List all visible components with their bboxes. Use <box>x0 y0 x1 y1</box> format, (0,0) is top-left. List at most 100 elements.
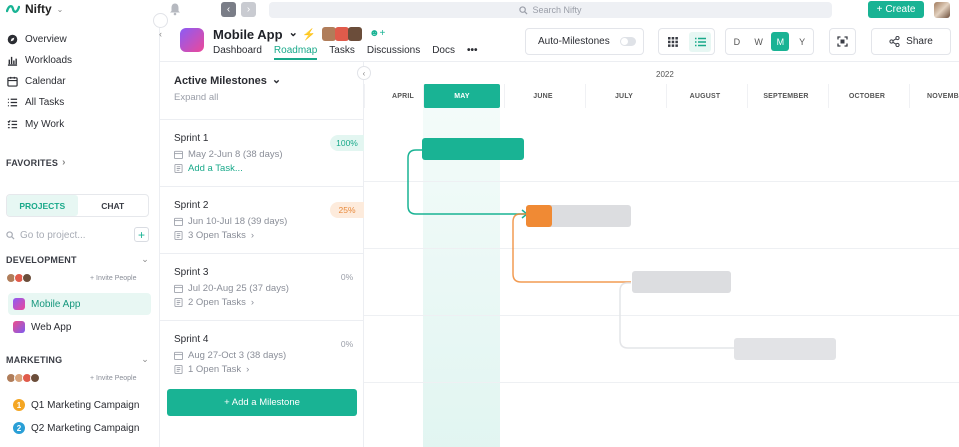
project-name: Web App <box>31 321 72 333</box>
more-tabs-button[interactable]: ••• <box>467 45 478 60</box>
open-tasks-link[interactable]: 2 Open Tasks › <box>174 297 254 308</box>
milestones-panel: Active Milestones ⌄ Expand all Sprint 1 … <box>160 62 364 447</box>
milestone-name[interactable]: Sprint 4 <box>174 334 208 345</box>
tab-discussions[interactable]: Discussions <box>367 45 420 60</box>
top-bar: Nifty ⌄ ‹ › Search Nifty + Create <box>0 0 959 20</box>
forward-button[interactable]: › <box>241 2 256 17</box>
favorites-header[interactable]: FAVORITES › <box>6 157 66 168</box>
tab-tasks[interactable]: Tasks <box>329 45 355 60</box>
brand-name: Nifty <box>25 2 52 16</box>
milestone-row[interactable]: Sprint 1 May 2-Jun 8 (38 days) Add a Tas… <box>160 119 364 186</box>
scale-year[interactable]: Y <box>793 32 811 51</box>
sidebar-item-workloads[interactable]: Workloads <box>7 55 72 66</box>
milestone-tasks-text: 1 Open Task <box>188 364 242 375</box>
chevron-left-icon: ‹ <box>226 4 231 15</box>
active-milestones-dropdown[interactable]: Active Milestones ⌄ <box>174 74 281 88</box>
group-header-development[interactable]: DEVELOPMENT ⌄ <box>6 254 149 265</box>
sidebar-item-overview[interactable]: Overview <box>7 34 67 45</box>
search-input[interactable]: Search Nifty <box>269 2 832 18</box>
project-search-placeholder: Go to project... <box>20 229 86 241</box>
open-tasks-link[interactable]: 3 Open Tasks › <box>174 230 254 241</box>
progress-badge: 25% <box>330 202 364 218</box>
project-search-input[interactable]: Go to project... <box>6 227 131 243</box>
search-icon <box>6 230 15 240</box>
add-project-button[interactable]: + <box>134 227 149 242</box>
workspace-switcher[interactable]: Nifty ⌄ <box>6 2 63 16</box>
tab-projects[interactable]: PROJECTS <box>7 195 78 216</box>
milestone-row[interactable]: Sprint 4 Aug 27-Oct 3 (38 days) 1 Open T… <box>160 320 364 387</box>
share-label: Share <box>906 36 933 47</box>
search-placeholder: Search Nifty <box>532 5 582 15</box>
group-name: DEVELOPMENT <box>6 254 77 265</box>
milestone-dates-text: May 2-Jun 8 (38 days) <box>188 149 283 160</box>
avatar <box>322 27 336 41</box>
open-tasks-link[interactable]: 1 Open Task › <box>174 364 249 375</box>
tab-dashboard[interactable]: Dashboard <box>213 45 262 60</box>
milestone-bar-sprint-1[interactable] <box>422 138 524 160</box>
project-item-q2-marketing[interactable]: 2 Q2 Marketing Campaign <box>8 417 151 439</box>
milestone-bar-sprint-3[interactable] <box>632 271 731 293</box>
tab-chat[interactable]: CHAT <box>78 195 149 216</box>
automation-icon[interactable]: ⚡ <box>302 28 316 41</box>
panel-collapse-button[interactable]: ‹ <box>357 66 371 80</box>
left-sidebar: Overview Workloads Calendar All Tasks My… <box>0 20 160 447</box>
sidebar-collapse-button[interactable]: ‹ <box>153 13 168 39</box>
scale-week[interactable]: W <box>750 32 768 51</box>
milestone-dates: Jul 20-Aug 25 (37 days) <box>174 283 289 294</box>
group-header-marketing[interactable]: MARKETING ⌄ <box>6 354 149 365</box>
user-avatar[interactable] <box>934 2 950 18</box>
auto-milestones-label: Auto-Milestones <box>538 36 610 47</box>
calendar-icon <box>174 284 183 293</box>
expand-all-link[interactable]: Expand all <box>174 92 218 103</box>
project-item-q1-marketing[interactable]: 1 Q1 Marketing Campaign <box>8 394 151 416</box>
add-milestone-button[interactable]: + Add a Milestone <box>167 389 357 416</box>
chevron-left-icon: ‹ <box>159 28 162 39</box>
sidebar-item-all-tasks[interactable]: All Tasks <box>7 97 64 108</box>
project-item-mobile-app[interactable]: Mobile App <box>8 293 151 315</box>
overview-icon <box>7 34 18 45</box>
milestone-row[interactable]: Sprint 3 Jul 20-Aug 25 (37 days) 2 Open … <box>160 253 364 320</box>
sidebar-item-calendar[interactable]: Calendar <box>7 76 66 87</box>
calendar-icon <box>174 150 183 159</box>
scale-month[interactable]: M <box>771 32 790 51</box>
project-name: Q2 Marketing Campaign <box>31 422 140 434</box>
create-button[interactable]: + Create <box>868 1 924 18</box>
milestone-tasks-text: Add a Task... <box>188 163 243 174</box>
scale-day[interactable]: D <box>728 32 746 51</box>
fullscreen-button[interactable] <box>829 28 856 55</box>
milestone-bar-sprint-4[interactable] <box>734 338 836 360</box>
project-tabs: Dashboard Roadmap Tasks Discussions Docs… <box>213 45 490 60</box>
chevron-down-icon: ⌄ <box>141 354 149 364</box>
milestone-name[interactable]: Sprint 3 <box>174 267 208 278</box>
project-title[interactable]: Mobile App ⌄ <box>213 27 298 42</box>
share-button[interactable]: Share <box>871 28 951 55</box>
avatar <box>335 27 349 41</box>
invite-people-link[interactable]: + Invite People <box>90 275 137 282</box>
toggle-switch[interactable] <box>619 37 636 46</box>
invite-people-link[interactable]: + Invite People <box>90 375 137 382</box>
nifty-logo-icon <box>6 5 20 13</box>
project-item-web-app[interactable]: Web App <box>8 316 151 338</box>
campaign-1-icon: 1 <box>13 399 25 411</box>
tab-docs[interactable]: Docs <box>432 45 455 60</box>
chevron-right-icon: › <box>246 4 251 15</box>
milestone-dates-text: Aug 27-Oct 3 (38 days) <box>188 350 287 361</box>
auto-milestones-toggle[interactable]: Auto-Milestones <box>525 28 644 55</box>
roadmap-timeline: 2022 APRIL MAY JUNE JULY AUGUST SEPTEMBE… <box>364 62 959 447</box>
add-task-link[interactable]: Add a Task... <box>174 163 243 174</box>
add-member-icon[interactable]: ☻+ <box>369 28 385 39</box>
tab-roadmap[interactable]: Roadmap <box>273 45 318 60</box>
milestones-title: Active Milestones <box>174 75 267 87</box>
grid-view-button[interactable] <box>662 32 684 52</box>
milestone-dates: Aug 27-Oct 3 (38 days) <box>174 350 286 361</box>
calendar-icon <box>174 351 183 360</box>
back-button[interactable]: ‹ <box>221 2 236 17</box>
milestone-name[interactable]: Sprint 2 <box>174 200 208 211</box>
milestone-row[interactable]: Sprint 2 Jun 10-Jul 18 (39 days) 3 Open … <box>160 186 364 253</box>
milestone-dates: Jun 10-Jul 18 (39 days) <box>174 216 287 227</box>
milestone-name[interactable]: Sprint 1 <box>174 133 208 144</box>
sidebar-item-my-work[interactable]: My Work <box>7 119 64 130</box>
list-view-button[interactable] <box>689 31 712 52</box>
bell-icon[interactable] <box>168 2 182 16</box>
project-members[interactable] <box>322 27 362 41</box>
